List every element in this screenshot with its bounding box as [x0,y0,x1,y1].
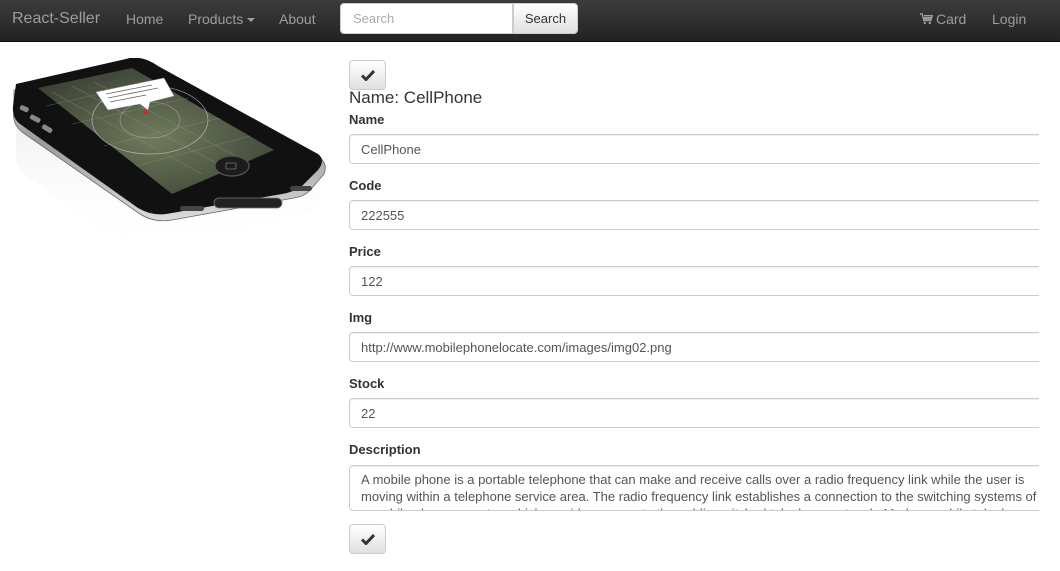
code-field[interactable] [349,200,1049,230]
save-button-top[interactable] [349,60,386,90]
description-label: Description [349,442,421,457]
caret-down-icon [247,18,256,23]
name-label: Name [349,112,385,127]
price-label: Price [349,244,381,259]
check-icon [360,69,375,81]
product-image [12,58,326,258]
nav-login[interactable]: Login [992,0,1026,41]
nav-about[interactable]: About [279,0,316,41]
shopping-cart-icon [920,13,933,25]
search-input[interactable] [340,3,513,34]
nav-home[interactable]: Home [126,0,163,41]
brand-link[interactable]: React-Seller [12,0,100,41]
nav-cart-label: Card [936,11,967,27]
stock-field[interactable] [349,398,1049,428]
viewport-edge [1039,42,1060,571]
name-field[interactable] [349,134,1049,164]
code-label: Code [349,178,382,193]
img-url-field[interactable] [349,332,1049,362]
save-button-bottom[interactable] [349,524,386,554]
nav-cart[interactable]: Card [920,0,966,41]
product-name-heading: Name: CellPhone [349,88,483,107]
nav-products-dropdown[interactable]: Products [188,0,256,41]
top-navbar: React-Seller Home Products About Search … [0,0,1060,42]
nav-products-label: Products [188,11,244,27]
description-field[interactable]: A mobile phone is a portable telephone t… [349,465,1049,511]
check-icon [360,533,375,545]
price-field[interactable] [349,266,1049,296]
search-button[interactable]: Search [513,3,578,34]
img-label: Img [349,310,373,325]
stock-label: Stock [349,376,385,391]
